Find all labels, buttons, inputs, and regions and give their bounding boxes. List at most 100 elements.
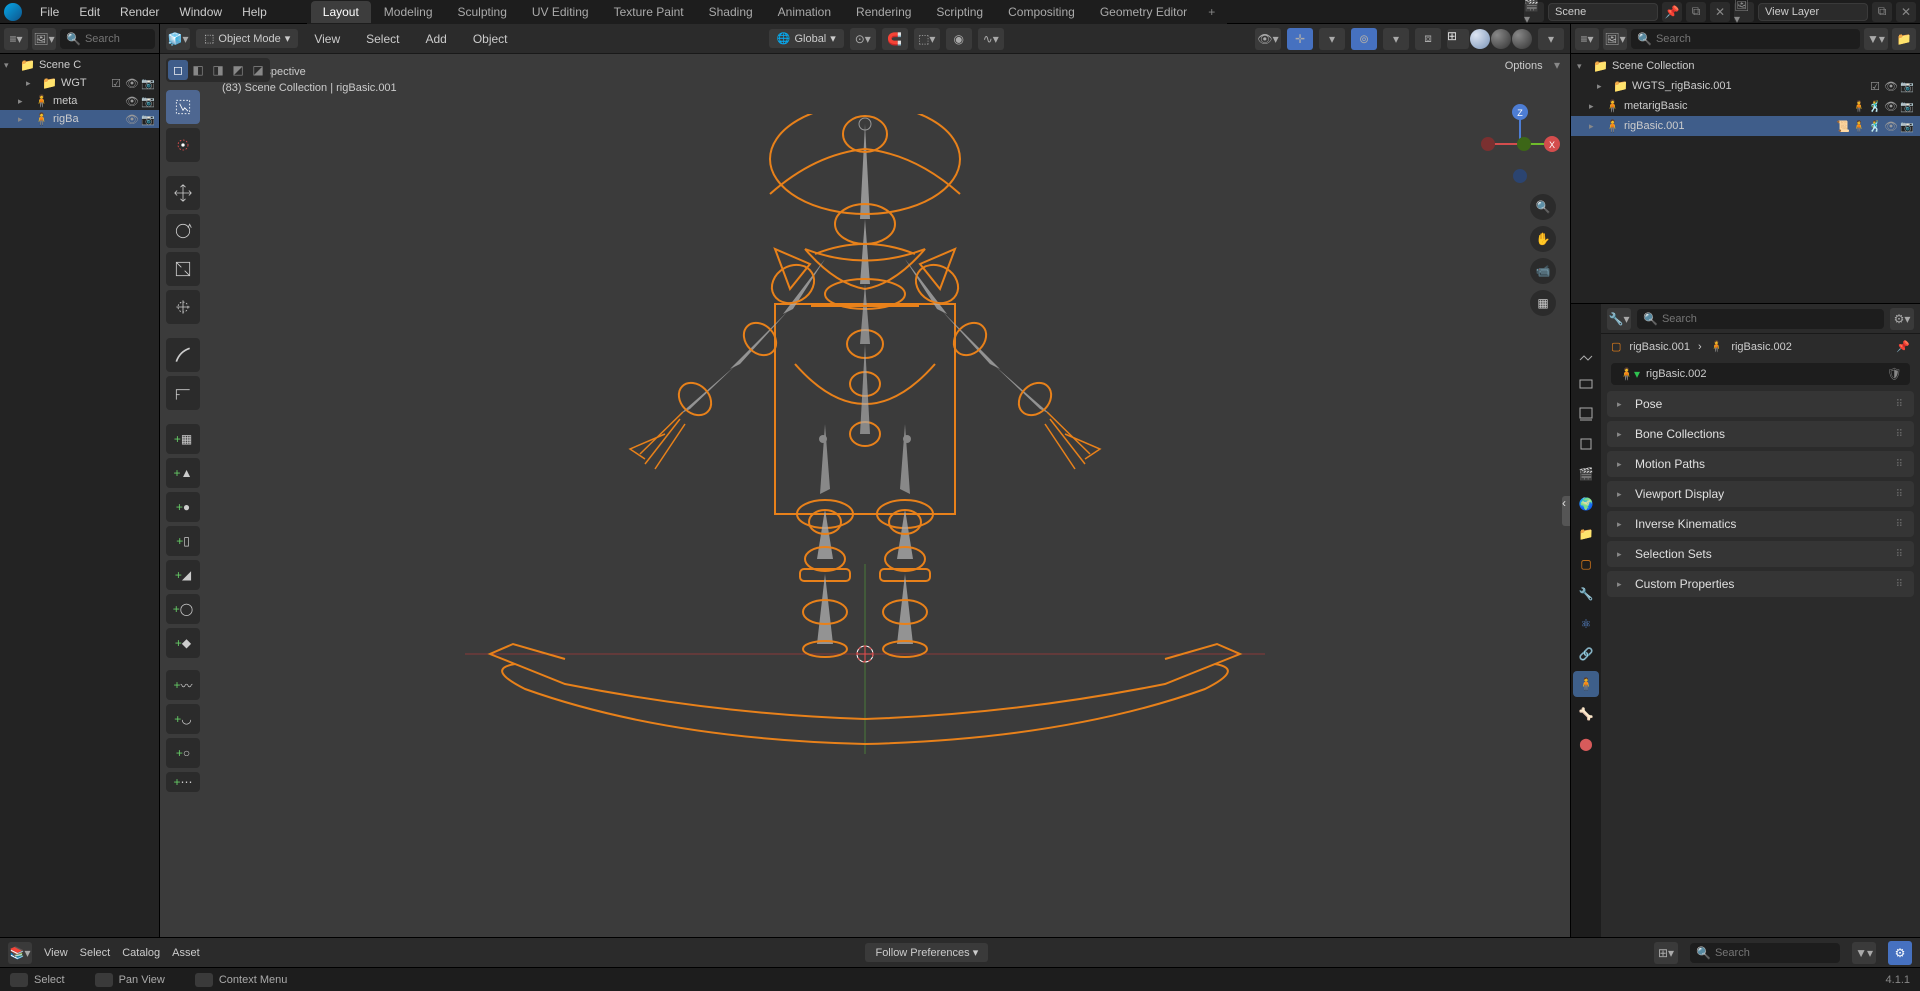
menu-render[interactable]: Render xyxy=(110,0,169,24)
chevron-down-icon[interactable]: ▾ xyxy=(4,60,16,71)
workspace-tab-layout[interactable]: Layout xyxy=(311,1,371,23)
workspace-tab-texture[interactable]: Texture Paint xyxy=(602,1,696,23)
props-tab-constraints[interactable]: 🔗 xyxy=(1573,641,1599,667)
pan-button[interactable]: ✋ xyxy=(1530,226,1556,252)
pin-icon[interactable]: 📌 xyxy=(1896,340,1910,353)
overlay-dropdown[interactable]: ▾ xyxy=(1383,28,1409,50)
tool-add-path[interactable]: +◡ xyxy=(166,704,200,734)
tool-cursor[interactable] xyxy=(166,128,200,162)
camera-button[interactable]: 📹 xyxy=(1530,258,1556,284)
asset-menu-asset[interactable]: Asset xyxy=(172,947,200,959)
tool-select-box[interactable] xyxy=(166,90,200,124)
shading-solid[interactable] xyxy=(1470,29,1490,49)
asset-search[interactable]: 🔍 xyxy=(1690,943,1840,963)
viewport-menu-view[interactable]: View xyxy=(304,27,350,51)
shading-dropdown[interactable]: ▾ xyxy=(1538,28,1564,50)
tool-annotate[interactable] xyxy=(166,338,200,372)
eye-icon[interactable]: 👁 xyxy=(1884,119,1898,133)
properties-search[interactable]: 🔍 xyxy=(1637,309,1884,329)
menu-help[interactable]: Help xyxy=(232,0,277,24)
chevron-right-icon[interactable]: ▸ xyxy=(1589,121,1601,132)
drag-handle-icon[interactable]: ⠿ xyxy=(1896,459,1904,470)
outliner-search[interactable]: 🔍 xyxy=(60,29,155,49)
camera-icon[interactable]: 📷 xyxy=(141,112,155,126)
chevron-right-icon[interactable]: ▸ xyxy=(1597,81,1609,92)
editor-type-dropdown[interactable]: 🧊▾ xyxy=(166,28,190,50)
props-tab-collection[interactable]: 📁 xyxy=(1573,521,1599,547)
workspace-add-button[interactable]: + xyxy=(1200,1,1223,23)
tool-rotate[interactable] xyxy=(166,214,200,248)
props-tab-tool[interactable] xyxy=(1573,341,1599,367)
props-tab-modifiers[interactable]: 🔧 xyxy=(1573,581,1599,607)
drag-handle-icon[interactable]: ⠿ xyxy=(1896,399,1904,410)
select-intersect-mode[interactable]: ◪ xyxy=(248,60,268,80)
menu-file[interactable]: File xyxy=(30,0,69,24)
tool-add-sphere[interactable]: +● xyxy=(166,492,200,522)
shading-rendered[interactable] xyxy=(1512,29,1532,49)
visibility-dropdown[interactable]: 👁▾ xyxy=(1255,28,1281,50)
props-tab-scene[interactable]: 🎬 xyxy=(1573,461,1599,487)
shading-material[interactable] xyxy=(1491,29,1511,49)
panel-inverse-kinematics[interactable]: ▸ Inverse Kinematics ⠿ xyxy=(1607,511,1914,537)
menu-window[interactable]: Window xyxy=(169,0,232,24)
editor-type-dropdown[interactable]: 📚▾ xyxy=(8,942,32,964)
panel-divider[interactable]: ‹ xyxy=(1562,496,1570,526)
tool-transform[interactable] xyxy=(166,290,200,324)
chevron-down-icon[interactable]: ▾ xyxy=(1577,61,1589,72)
viewlayer-browse-icon[interactable]: 🖼▾ xyxy=(1734,2,1754,22)
select-invert-mode[interactable]: ◩ xyxy=(228,60,248,80)
overlay-toggle[interactable]: ⊚ xyxy=(1351,28,1377,50)
properties-options[interactable]: ⚙▾ xyxy=(1890,308,1914,330)
panel-pose[interactable]: ▸ Pose ⠿ xyxy=(1607,391,1914,417)
xray-toggle[interactable]: ⧈ xyxy=(1415,28,1441,50)
blender-logo-icon[interactable] xyxy=(4,3,22,21)
pivot-dropdown[interactable]: ⊙▾ xyxy=(850,28,876,50)
tool-add-torus[interactable]: +◯ xyxy=(166,594,200,624)
display-mode-dropdown[interactable]: 🖼▾ xyxy=(32,28,56,50)
tool-add-icosphere[interactable]: +◆ xyxy=(166,628,200,658)
editor-type-dropdown[interactable]: ≡▾ xyxy=(4,28,28,50)
viewport-menu-object[interactable]: Object xyxy=(463,27,518,51)
props-tab-output[interactable] xyxy=(1573,401,1599,427)
props-tab-world[interactable]: 🌍 xyxy=(1573,491,1599,517)
props-tab-bone[interactable]: 🦴 xyxy=(1573,701,1599,727)
mode-dropdown[interactable]: ⬚ Object Mode ▾ xyxy=(196,29,298,48)
workspace-tab-scripting[interactable]: Scripting xyxy=(924,1,995,23)
drag-handle-icon[interactable]: ⠿ xyxy=(1896,429,1904,440)
chevron-right-icon[interactable]: ▸ xyxy=(18,96,30,107)
checkbox-icon[interactable]: ☑ xyxy=(1868,79,1882,93)
asset-menu-select[interactable]: Select xyxy=(80,947,111,959)
zoom-button[interactable]: 🔍 xyxy=(1530,194,1556,220)
outliner-scene-collection[interactable]: ▾ 📁 Scene Collection xyxy=(1571,56,1920,76)
panel-motion-paths[interactable]: ▸ Motion Paths ⠿ xyxy=(1607,451,1914,477)
eye-icon[interactable]: 👁 xyxy=(125,94,139,108)
props-tab-render[interactable] xyxy=(1573,371,1599,397)
tool-add-curve[interactable]: +〰 xyxy=(166,670,200,700)
tool-add-cube[interactable]: +▦ xyxy=(166,424,200,454)
outliner-search[interactable]: 🔍 xyxy=(1631,29,1860,49)
tool-add-cone2[interactable]: +◢ xyxy=(166,560,200,590)
asset-filter-dropdown[interactable]: ▼▾ xyxy=(1852,942,1876,964)
outliner-item-metarig[interactable]: ▸ 🧍 metarigBasic 🧍 🕺 👁 📷 xyxy=(1571,96,1920,116)
props-tab-object[interactable]: ▢ xyxy=(1573,551,1599,577)
chevron-right-icon[interactable]: ▸ xyxy=(18,114,30,125)
outliner-item-rigbasic[interactable]: ▸ 🧍 rigBa 👁 📷 xyxy=(0,110,159,128)
display-mode-dropdown[interactable]: 🖼▾ xyxy=(1603,28,1627,50)
eye-icon[interactable]: 👁 xyxy=(1884,79,1898,93)
camera-icon[interactable]: 📷 xyxy=(1900,79,1914,93)
asset-menu-view[interactable]: View xyxy=(44,947,68,959)
tool-add-more[interactable]: +⋯ xyxy=(166,772,200,792)
camera-icon[interactable]: 📷 xyxy=(141,94,155,108)
proportional-edit-toggle[interactable]: ◉ xyxy=(946,28,972,50)
workspace-tab-uv[interactable]: UV Editing xyxy=(520,1,601,23)
armature-name-input[interactable]: 🧍▾ 🛡 xyxy=(1611,363,1910,385)
chevron-right-icon[interactable]: ▸ xyxy=(26,78,38,89)
perspective-toggle[interactable]: ▦ xyxy=(1530,290,1556,316)
menu-edit[interactable]: Edit xyxy=(69,0,110,24)
outliner-item-metarig[interactable]: ▸ 🧍 meta 👁 📷 xyxy=(0,92,159,110)
camera-icon[interactable]: 📷 xyxy=(1900,119,1914,133)
props-tab-viewlayer[interactable] xyxy=(1573,431,1599,457)
new-collection-button[interactable]: 📁 xyxy=(1892,28,1916,50)
drag-handle-icon[interactable]: ⠿ xyxy=(1896,579,1904,590)
drag-handle-icon[interactable]: ⠿ xyxy=(1896,549,1904,560)
